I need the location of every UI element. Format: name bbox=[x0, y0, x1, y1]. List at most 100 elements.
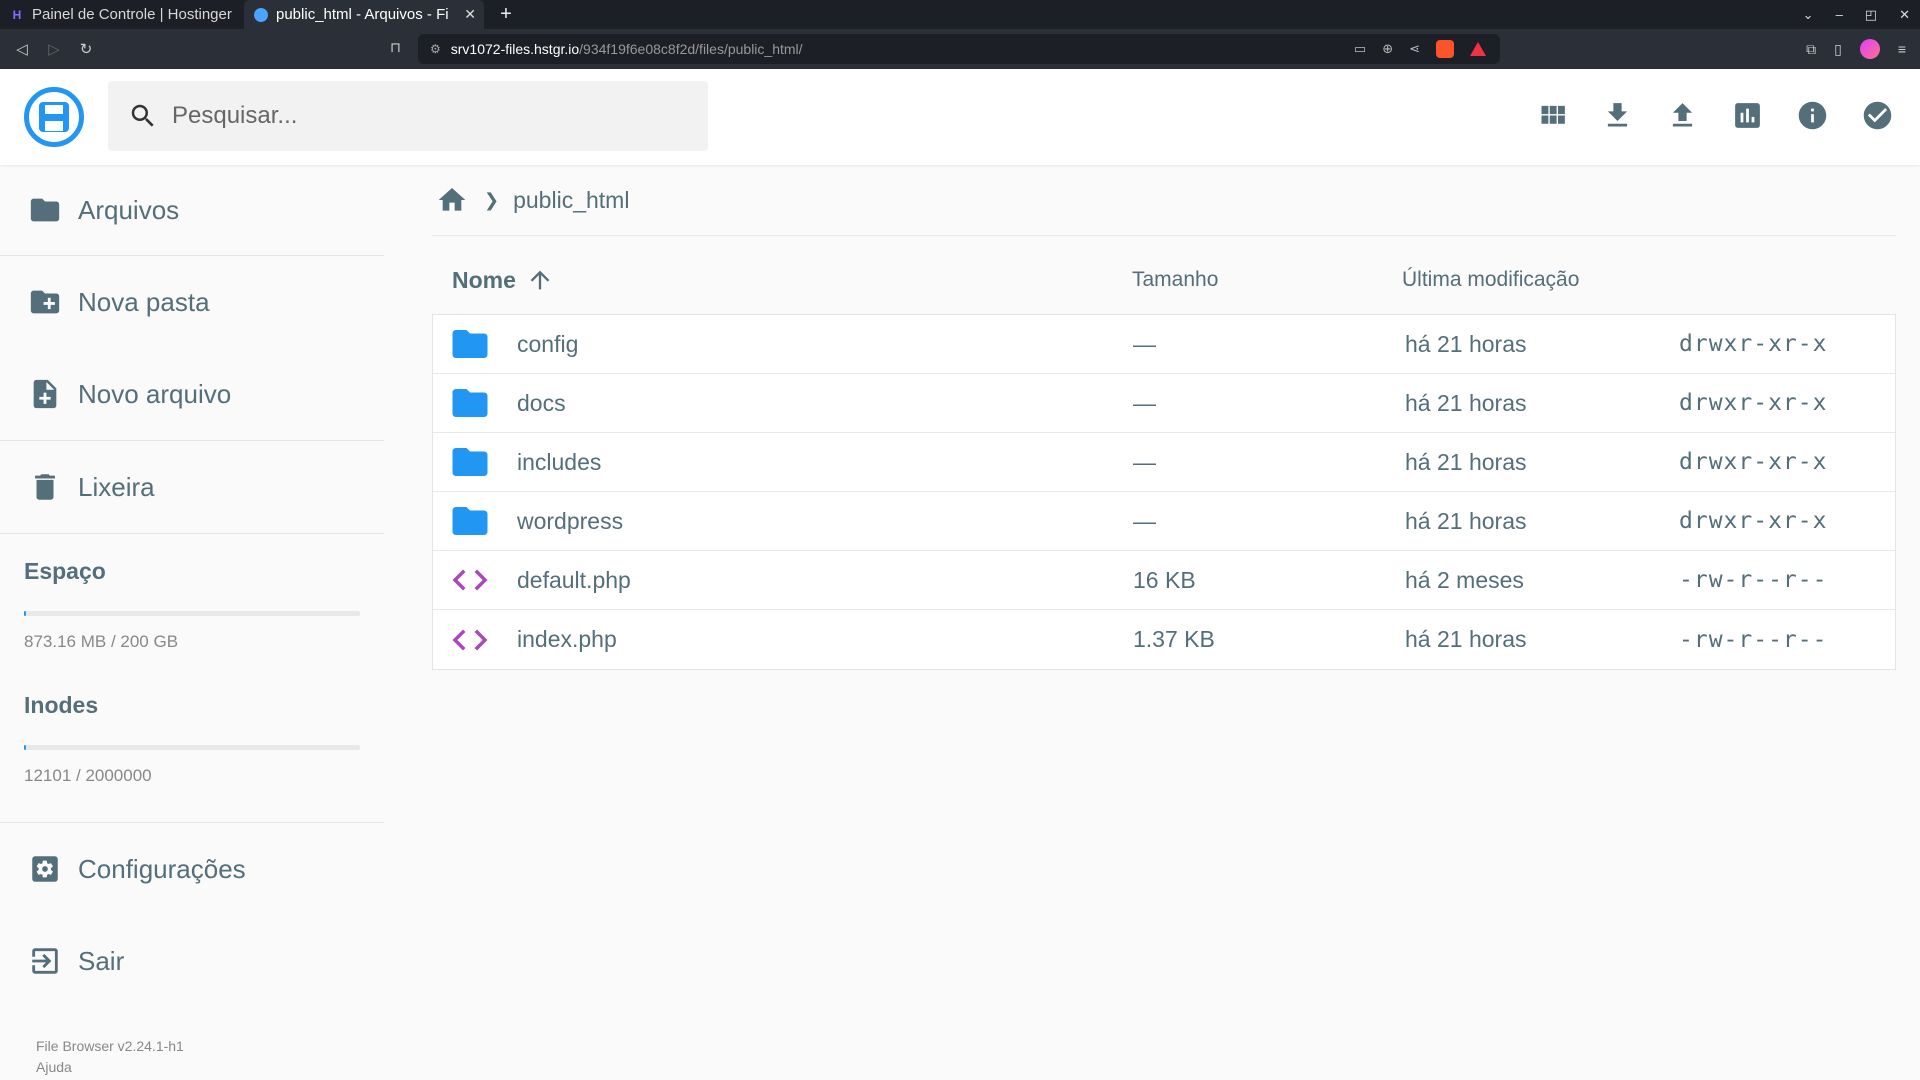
search-icon bbox=[131, 104, 154, 127]
file-permissions: -rw-r--r-- bbox=[1679, 567, 1828, 593]
close-tab-icon[interactable]: ✕ bbox=[464, 6, 476, 23]
browser-tab-public-html[interactable]: public_html - Arquivos - Fi ✕ bbox=[244, 0, 484, 29]
folder-icon bbox=[452, 507, 488, 535]
help-link[interactable]: Ajuda bbox=[36, 1059, 72, 1075]
bookmark-icon[interactable]: ⊓ bbox=[390, 39, 401, 56]
search-input[interactable] bbox=[172, 102, 672, 130]
globe-favicon-icon bbox=[254, 7, 268, 22]
tab-list-icon[interactable]: ⌄ bbox=[1803, 7, 1814, 23]
upload-button[interactable] bbox=[1666, 93, 1699, 137]
file-modified: há 2 meses bbox=[1405, 566, 1524, 593]
arrow-up-icon bbox=[530, 270, 550, 290]
file-size: — bbox=[1133, 448, 1156, 475]
version-link[interactable]: File Browser v2.24.1-h1 bbox=[36, 1038, 184, 1054]
info-icon bbox=[1798, 101, 1827, 129]
file-permissions: drwxr-xr-x bbox=[1679, 449, 1828, 475]
reload-icon[interactable]: ↻ bbox=[76, 40, 96, 58]
browser-toolbar: ◁ ▷ ↻ ⊓ ⚙ srv1072-files.hstgr.io/934f19f… bbox=[0, 29, 1920, 69]
file-permissions: drwxr-xr-x bbox=[1679, 331, 1828, 357]
cast-icon[interactable]: ▭ bbox=[1354, 41, 1366, 57]
sidebar-item-trash[interactable]: Lixeira bbox=[0, 441, 384, 533]
maximize-icon[interactable]: ◰ bbox=[1865, 7, 1877, 23]
brave-shields-icon[interactable] bbox=[1436, 40, 1454, 58]
sidebar-item-new-file[interactable]: Novo arquivo bbox=[0, 348, 384, 440]
share-icon[interactable]: ⋖ bbox=[1409, 41, 1420, 57]
address-bar[interactable]: ⚙ srv1072-files.hstgr.io/934f19f6e08c8f2… bbox=[418, 34, 1500, 64]
file-name: config bbox=[517, 330, 579, 357]
sidebar-item-label: Lixeira bbox=[78, 471, 155, 502]
list-item[interactable]: default.php 16 KB há 2 meses -rw-r--r-- bbox=[433, 551, 1895, 610]
list-item[interactable]: includes — há 21 horas drwxr-xr-x bbox=[433, 433, 1895, 492]
code-file-icon bbox=[452, 569, 488, 591]
browser-tab-hostinger[interactable]: H Painel de Controle | Hostinger bbox=[0, 0, 244, 29]
file-name: wordpress bbox=[517, 507, 624, 534]
app-header bbox=[0, 69, 1920, 165]
sidebar-item-settings[interactable]: Configurações bbox=[0, 823, 384, 915]
space-usage-value: 873.16 MB / 200 GB bbox=[24, 632, 179, 651]
file-size: 16 KB bbox=[1133, 566, 1196, 593]
select-multiple-button[interactable] bbox=[1861, 93, 1894, 137]
file-modified: há 21 horas bbox=[1405, 507, 1527, 534]
sort-by-modified[interactable]: Última modificação bbox=[1402, 268, 1579, 292]
profile-avatar[interactable] bbox=[1859, 39, 1880, 59]
sidebar-item-label: Nova pasta bbox=[78, 286, 210, 317]
zoom-icon[interactable]: ⊕ bbox=[1382, 41, 1393, 57]
file-modified: há 21 horas bbox=[1405, 330, 1527, 357]
code-file-icon bbox=[452, 629, 488, 650]
list-item[interactable]: index.php 1.37 KB há 21 horas -rw-r--r-- bbox=[433, 610, 1895, 669]
create-folder-icon bbox=[30, 290, 60, 314]
settings-icon bbox=[32, 856, 58, 882]
download-button[interactable] bbox=[1601, 93, 1634, 137]
sidebar-item-files[interactable]: Arquivos bbox=[0, 165, 384, 255]
file-modified: há 21 horas bbox=[1405, 448, 1527, 475]
file-name: includes bbox=[517, 448, 602, 475]
sidebar-item-logout[interactable]: Sair bbox=[0, 915, 384, 1007]
grid-view-icon bbox=[1541, 105, 1565, 124]
file-permissions: drwxr-xr-x bbox=[1679, 390, 1828, 416]
minimize-icon[interactable]: – bbox=[1836, 7, 1843, 22]
file-size: — bbox=[1133, 330, 1156, 357]
search-box[interactable] bbox=[108, 81, 708, 151]
chevron-right-icon: ❯ bbox=[484, 189, 500, 210]
site-info-icon[interactable]: ⚙ bbox=[430, 42, 441, 56]
folder-icon bbox=[452, 389, 488, 417]
inodes-heading: Inodes bbox=[24, 692, 99, 718]
list-item[interactable]: config — há 21 horas drwxr-xr-x bbox=[433, 315, 1895, 374]
grid-view-button[interactable] bbox=[1536, 93, 1569, 137]
home-icon[interactable] bbox=[436, 184, 468, 216]
column-header-name: Nome bbox=[452, 266, 516, 293]
extensions-icon[interactable]: ⧉ bbox=[1806, 41, 1816, 58]
disk-usage-button[interactable] bbox=[1731, 93, 1764, 137]
column-header-size: Tamanho bbox=[1132, 268, 1219, 291]
sort-by-size[interactable]: Tamanho bbox=[1132, 268, 1218, 292]
list-item[interactable]: docs — há 21 horas drwxr-xr-x bbox=[433, 374, 1895, 433]
file-permissions: -rw-r--r-- bbox=[1679, 626, 1828, 653]
sidebar-item-label: Novo arquivo bbox=[78, 378, 232, 409]
sidebar-toggle-icon[interactable]: ▯ bbox=[1834, 41, 1842, 58]
filebrowser-logo[interactable] bbox=[24, 87, 84, 147]
file-size: — bbox=[1133, 507, 1156, 534]
breadcrumb-current[interactable]: public_html bbox=[513, 187, 629, 214]
hostinger-favicon-icon: H bbox=[12, 7, 22, 22]
tab-title: Painel de Controle | Hostinger bbox=[32, 6, 232, 23]
inodes-usage-value: 12101 / 2000000 bbox=[24, 766, 152, 785]
sidebar-item-label: Sair bbox=[78, 945, 125, 976]
sidebar: Arquivos Nova pasta Novo arquivo Lixeira… bbox=[0, 165, 384, 1080]
list-item[interactable]: wordpress — há 21 horas drwxr-xr-x bbox=[433, 492, 1895, 551]
menu-icon[interactable]: ≡ bbox=[1898, 41, 1906, 57]
file-permissions: drwxr-xr-x bbox=[1679, 508, 1828, 534]
floppy-disk-icon bbox=[39, 102, 69, 132]
brave-rewards-icon[interactable] bbox=[1470, 42, 1486, 56]
column-header-modified: Última modificação bbox=[1402, 268, 1580, 291]
download-icon bbox=[1607, 102, 1628, 126]
info-button[interactable] bbox=[1796, 93, 1829, 137]
sort-by-name[interactable]: Nome bbox=[452, 266, 554, 294]
sidebar-item-new-folder[interactable]: Nova pasta bbox=[0, 256, 384, 348]
check-circle-icon bbox=[1863, 101, 1892, 129]
url-path: /934f19f6e08c8f2d/files/public_html/ bbox=[579, 41, 803, 57]
forward-icon[interactable]: ▷ bbox=[44, 40, 64, 58]
new-tab-button[interactable]: + bbox=[494, 3, 518, 26]
back-icon[interactable]: ◁ bbox=[12, 40, 32, 58]
close-window-icon[interactable]: ✕ bbox=[1899, 7, 1910, 23]
new-file-icon bbox=[33, 379, 57, 409]
